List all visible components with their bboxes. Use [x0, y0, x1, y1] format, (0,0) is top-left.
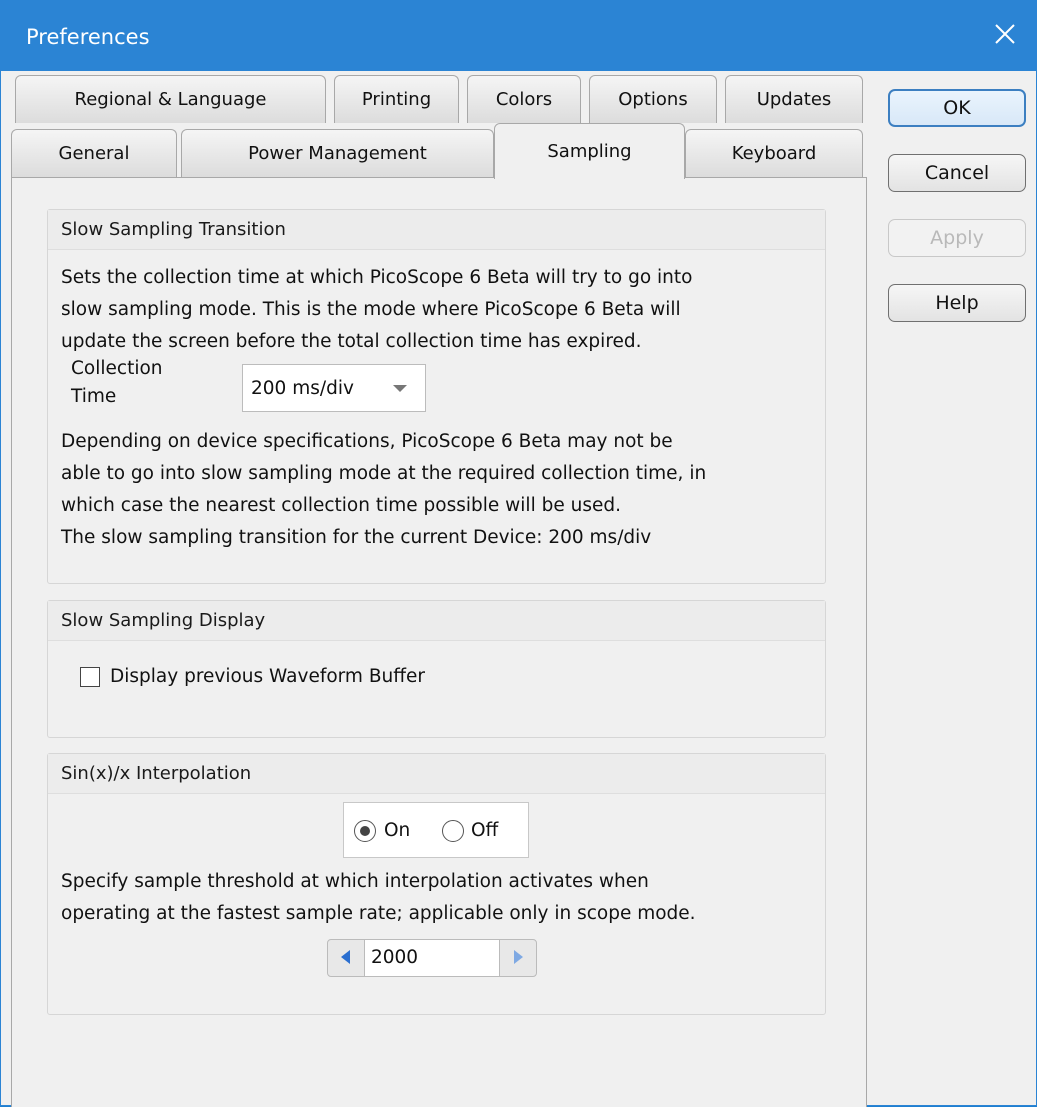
sampling-tab-panel: Slow Sampling Transition Sets the collec…	[11, 177, 867, 1107]
threshold-input[interactable]: 2000	[364, 940, 500, 976]
collection-time-label: Collection Time	[71, 358, 163, 407]
chevron-down-icon	[393, 385, 407, 392]
radio-on[interactable]	[354, 820, 376, 842]
tab-keyboard[interactable]: Keyboard	[685, 129, 863, 177]
tab-options[interactable]: Options	[589, 75, 717, 123]
note-line: able to go into slow sampling mode at th…	[61, 463, 707, 484]
spin-increment-button[interactable]	[500, 940, 536, 976]
note-line: which case the nearest collection time p…	[61, 495, 621, 516]
tab-colors[interactable]: Colors	[467, 75, 581, 123]
description-line: Specify sample threshold at which interp…	[61, 871, 649, 892]
radio-off[interactable]	[442, 820, 464, 842]
tab-general[interactable]: General	[11, 129, 177, 177]
tab-label: Keyboard	[731, 143, 817, 164]
cancel-button[interactable]: Cancel	[888, 154, 1026, 192]
tab-label: Power Management	[248, 143, 427, 164]
group-title: Slow Sampling Display	[48, 601, 825, 641]
arrow-right-icon	[513, 949, 523, 968]
description-line: Sets the collection time at which PicoSc…	[61, 267, 693, 288]
apply-button[interactable]: Apply	[888, 219, 1026, 257]
close-icon	[993, 22, 1017, 50]
radio-off-label: Off	[471, 820, 499, 841]
button-label: OK	[943, 97, 971, 119]
group-title: Sin(x)/x Interpolation	[48, 754, 825, 794]
spin-decrement-button[interactable]	[328, 940, 364, 976]
tab-label: Updates	[756, 89, 832, 110]
tab-power-management[interactable]: Power Management	[181, 129, 494, 177]
display-previous-buffer-checkbox[interactable]	[80, 667, 100, 687]
note-line: Depending on device specifications, Pico…	[61, 431, 673, 452]
interpolation-group: Sin(x)/x Interpolation On Off Specify sa…	[47, 753, 826, 1015]
checkbox-label: Display previous Waveform Buffer	[110, 666, 425, 687]
collection-time-value: 200 ms/div	[251, 377, 354, 399]
tab-sampling[interactable]: Sampling	[494, 123, 685, 179]
arrow-left-icon	[341, 949, 351, 968]
slow-sampling-transition-group: Slow Sampling Transition Sets the collec…	[47, 209, 826, 584]
note-line: The slow sampling transition for the cur…	[61, 527, 652, 548]
help-button[interactable]: Help	[888, 284, 1026, 322]
tab-regional-language[interactable]: Regional & Language	[15, 75, 326, 123]
threshold-spinner: 2000	[327, 939, 537, 977]
button-label: Apply	[930, 227, 984, 249]
description-line: slow sampling mode. This is the mode whe…	[61, 299, 681, 320]
slow-sampling-display-group: Slow Sampling Display Display previous W…	[47, 600, 826, 738]
tab-printing[interactable]: Printing	[334, 75, 459, 123]
button-label: Cancel	[924, 162, 990, 184]
tab-label: General	[58, 143, 130, 164]
description-line: operating at the fastest sample rate; ap…	[61, 903, 696, 924]
preferences-window: Preferences Regional & Language Printing…	[0, 0, 1037, 1107]
tab-label: Sampling	[547, 141, 632, 162]
group-title: Slow Sampling Transition	[48, 210, 825, 250]
title-bar[interactable]: Preferences	[1, 1, 1036, 71]
tab-updates[interactable]: Updates	[725, 75, 863, 123]
description-line: update the screen before the total colle…	[61, 331, 642, 352]
tab-label: Colors	[495, 89, 553, 110]
ok-button[interactable]: OK	[888, 89, 1026, 127]
button-label: Help	[935, 292, 979, 314]
tab-label: Printing	[361, 89, 432, 110]
tab-label: Options	[618, 89, 688, 110]
collection-time-dropdown[interactable]: 200 ms/div	[242, 364, 426, 412]
window-title: Preferences	[26, 25, 150, 49]
interpolation-radio-group: On Off	[343, 802, 529, 858]
close-button[interactable]	[974, 1, 1036, 71]
radio-on-label: On	[384, 820, 411, 841]
tab-label: Regional & Language	[74, 89, 267, 110]
